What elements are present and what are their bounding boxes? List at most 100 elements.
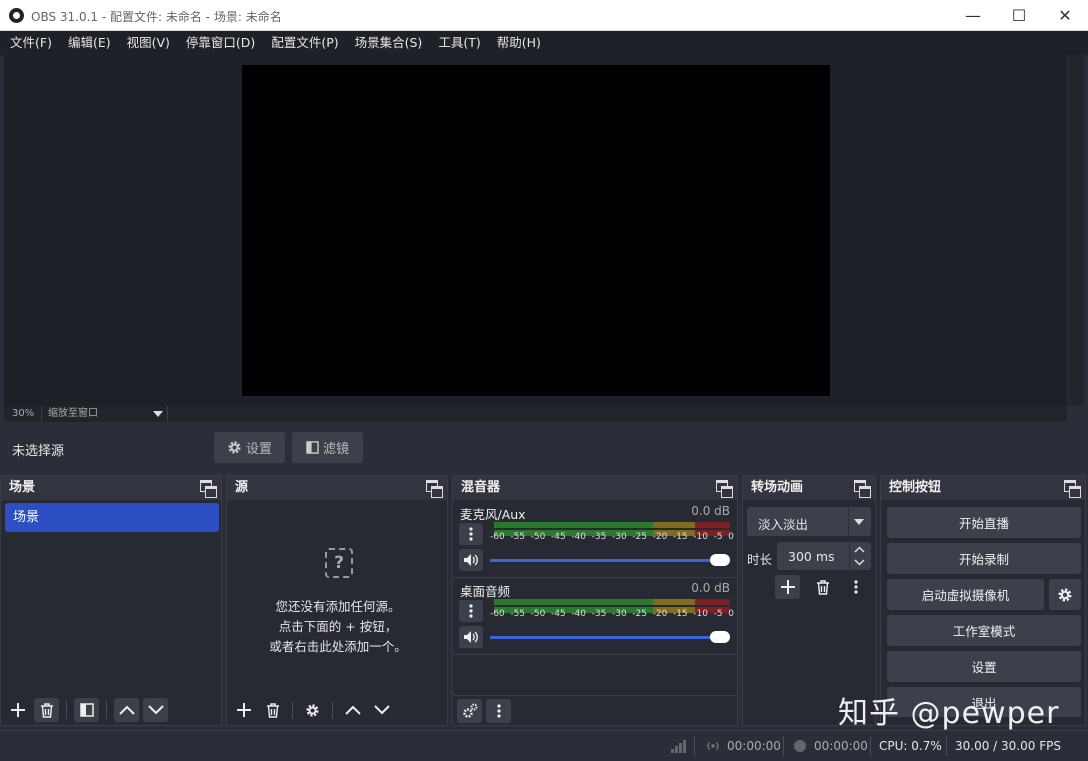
menu-help[interactable]: 帮助(H) xyxy=(489,31,549,55)
remove-transition-button[interactable] xyxy=(810,575,835,599)
volume-track xyxy=(490,636,730,639)
chevron-down-icon xyxy=(152,411,163,417)
channel-name: 麦克风/Aux xyxy=(460,507,526,522)
question-icon: ? xyxy=(325,548,353,578)
mixer-menu-button[interactable] xyxy=(486,698,511,723)
start-recording-button[interactable]: 开始录制 xyxy=(887,543,1081,574)
transition-menu-button[interactable] xyxy=(843,575,868,599)
stream-time: 00:00:00 xyxy=(727,739,781,753)
filters-label: 滤镜 xyxy=(322,442,349,457)
preview-scrollbar[interactable] xyxy=(1068,55,1084,406)
filter-icon xyxy=(306,441,319,454)
scene-list-item[interactable]: 场景 xyxy=(5,503,219,532)
preview-canvas[interactable] xyxy=(242,65,830,396)
studio-mode-button[interactable]: 工作室模式 xyxy=(887,615,1081,646)
channel-menu-button[interactable] xyxy=(459,600,483,622)
add-scene-button[interactable] xyxy=(5,698,30,722)
chevron-up-icon[interactable] xyxy=(854,546,865,553)
virtual-camera-settings-button[interactable] xyxy=(1049,579,1081,610)
source-toolbar: 未选择源 设置 滤镜 xyxy=(4,426,1084,468)
gears-icon xyxy=(462,703,477,718)
zoom-dropdown-button[interactable] xyxy=(148,406,168,422)
plus-icon xyxy=(236,703,251,717)
add-transition-button[interactable] xyxy=(775,575,800,599)
close-button[interactable]: ✕ xyxy=(1042,0,1088,31)
empty-sources-line-2: 点击下面的 + 按钮， xyxy=(278,619,398,634)
title-bar: OBS 31.0.1 - 配置文件: 未命名 - 场景: 未命名 — ☐ ✕ xyxy=(0,0,1088,31)
chevron-down-icon xyxy=(147,705,164,715)
meter-scale: -60 -55 -50 -45 -40 -35 -30 -25 -20 -15 -10 -5 0 xyxy=(490,532,734,542)
kebab-icon xyxy=(469,527,473,541)
scene-move-down-button[interactable] xyxy=(143,698,168,722)
volume-slider[interactable] xyxy=(490,630,730,644)
volume-track xyxy=(490,559,730,562)
source-properties-button[interactable] xyxy=(300,698,325,722)
volume-knob[interactable] xyxy=(710,631,730,643)
chevron-down-icon xyxy=(373,705,390,715)
menu-view[interactable]: 视图(V) xyxy=(119,31,178,55)
obs-logo-icon xyxy=(9,8,24,23)
chevron-down-icon xyxy=(854,519,864,525)
gear-icon xyxy=(228,441,241,454)
chevron-up-icon xyxy=(118,705,135,715)
speaker-icon xyxy=(464,554,478,566)
mute-button[interactable] xyxy=(459,626,483,648)
remove-source-button[interactable] xyxy=(260,698,285,722)
advanced-audio-button[interactable] xyxy=(457,698,482,723)
zoom-bar: 30% 缩放至窗口 xyxy=(4,406,1067,422)
chevron-down-icon[interactable] xyxy=(854,559,865,566)
menu-edit[interactable]: 编辑(E) xyxy=(60,31,119,55)
undock-icon[interactable] xyxy=(1064,480,1081,498)
mute-button[interactable] xyxy=(459,549,483,571)
minimize-button[interactable]: — xyxy=(950,0,996,31)
start-virtual-camera-button[interactable]: 启动虚拟摄像机 xyxy=(887,579,1044,610)
remove-scene-button[interactable] xyxy=(34,698,59,722)
trash-icon xyxy=(40,702,53,718)
trash-icon xyxy=(816,579,829,595)
add-source-button[interactable] xyxy=(231,698,256,722)
menu-profile[interactable]: 配置文件(P) xyxy=(263,31,346,55)
controls-title: 控制按钮 xyxy=(881,476,1085,500)
menu-scene-collection[interactable]: 场景集合(S) xyxy=(347,31,431,55)
menu-file[interactable]: 文件(F) xyxy=(2,31,60,55)
volume-slider[interactable] xyxy=(490,553,730,567)
cpu-usage: CPU: 0.7% xyxy=(879,739,942,753)
separator xyxy=(332,701,333,719)
duration-spinbox[interactable]: 300 ms xyxy=(777,542,871,570)
separator xyxy=(453,577,737,578)
menu-docks[interactable]: 停靠窗口(D) xyxy=(178,31,263,55)
transition-select[interactable]: 淡入淡出 xyxy=(747,507,871,536)
source-move-up-button[interactable] xyxy=(340,698,365,722)
separator xyxy=(292,701,293,719)
menu-tools[interactable]: 工具(T) xyxy=(430,31,488,55)
undock-icon[interactable] xyxy=(854,480,871,498)
volume-knob[interactable] xyxy=(710,554,730,566)
undock-icon[interactable] xyxy=(426,480,443,498)
scene-move-up-button[interactable] xyxy=(114,698,139,722)
channel-menu-button[interactable] xyxy=(459,523,483,545)
maximize-button[interactable]: ☐ xyxy=(996,0,1042,31)
sources-title: 源 xyxy=(227,476,447,500)
source-move-down-button[interactable] xyxy=(369,698,394,722)
source-settings-button[interactable]: 设置 xyxy=(214,432,285,463)
duration-label: 时长 xyxy=(747,552,773,567)
duration-value: 300 ms xyxy=(788,549,835,564)
mixer-dock: 混音器 麦克风/Aux 0.0 dB -60 -55 -50 -45 -40 -35 -30… xyxy=(452,475,738,726)
trash-icon xyxy=(266,702,279,718)
speaker-icon xyxy=(464,631,478,643)
source-filters-button[interactable]: 滤镜 xyxy=(292,432,363,463)
kebab-icon xyxy=(496,703,501,718)
scene-filters-button[interactable] xyxy=(74,698,99,722)
start-streaming-button[interactable]: 开始直播 xyxy=(887,507,1081,538)
preview-area[interactable] xyxy=(4,55,1067,406)
undock-icon[interactable] xyxy=(200,480,217,498)
settings-button[interactable]: 设置 xyxy=(887,651,1081,682)
separator xyxy=(66,701,67,719)
chevron-up-icon xyxy=(344,705,361,715)
separator xyxy=(453,654,737,655)
plus-icon xyxy=(10,703,25,717)
zoom-mode[interactable]: 缩放至窗口 xyxy=(42,406,148,422)
separator xyxy=(946,736,947,756)
undock-icon[interactable] xyxy=(716,480,733,498)
filter-icon xyxy=(79,703,94,717)
